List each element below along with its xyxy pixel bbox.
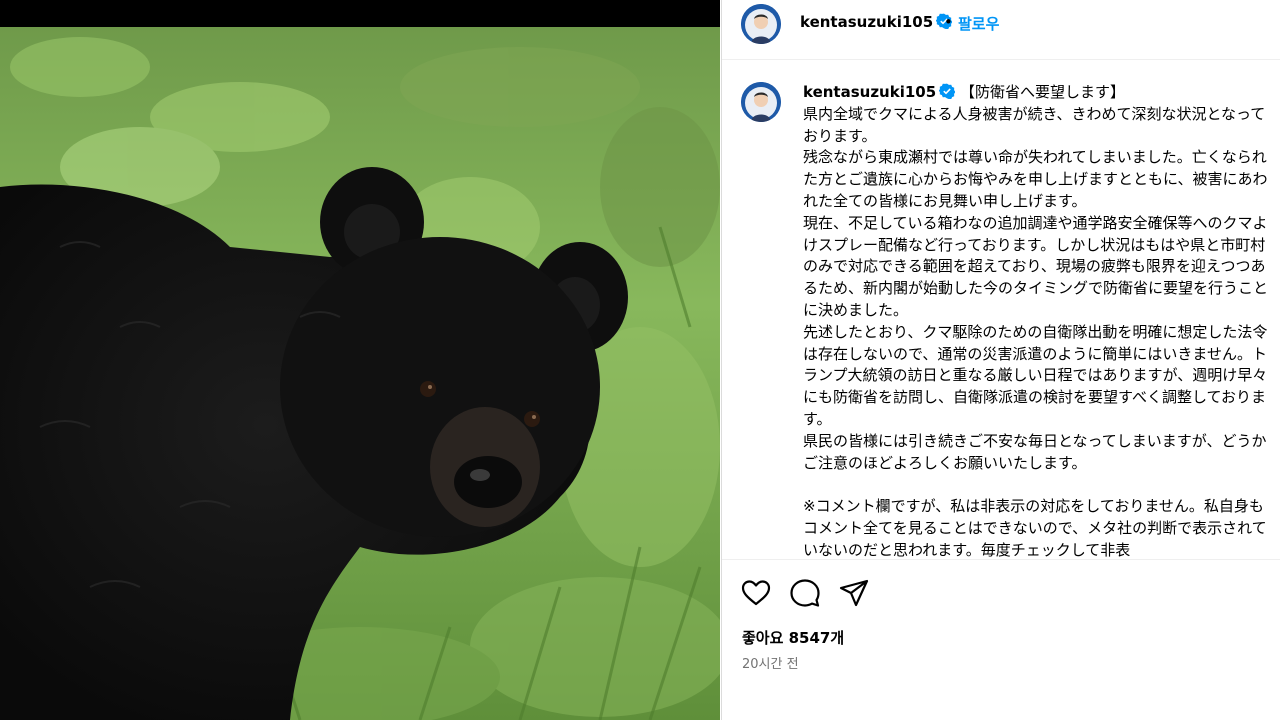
author-avatar[interactable] (741, 4, 781, 44)
header-separator: • (944, 13, 953, 31)
heart-icon[interactable] (741, 578, 771, 608)
photo-top-bar (0, 0, 720, 27)
header-username-text[interactable]: kentasuzuki105 (800, 13, 933, 31)
caption-username[interactable]: kentasuzuki105 (803, 83, 956, 101)
post-header: kentasuzuki105 • 팔로우 (722, 0, 1280, 60)
post-caption: kentasuzuki105 【防衛省へ要望します】 県内全域でクマによる人身被… (803, 82, 1273, 559)
send-icon[interactable] (839, 578, 869, 608)
post-details-pane: kentasuzuki105 • 팔로우 kentasuzuki105 【防衛省… (721, 0, 1280, 720)
bear-photo[interactable] (0, 27, 720, 720)
comment-button[interactable] (790, 578, 820, 608)
caption-text: 【防衛省へ要望します】 県内全域でクマによる人身被害が続き、きわめて深刻な状況と… (803, 83, 1269, 559)
post-actions: 좋아요 8547개 20시간 전 (722, 559, 1280, 720)
verified-badge-icon (939, 83, 956, 99)
like-button[interactable] (741, 578, 771, 608)
header-username[interactable]: kentasuzuki105 (800, 13, 953, 31)
comment-icon[interactable] (790, 578, 820, 608)
likes-count[interactable]: 좋아요 8547개 (742, 627, 844, 648)
post-timestamp[interactable]: 20시간 전 (742, 653, 799, 672)
follow-button[interactable]: 팔로우 (958, 13, 999, 34)
post-photo-pane (0, 0, 720, 720)
caption-author-avatar[interactable] (741, 82, 781, 122)
caption-username-text[interactable]: kentasuzuki105 (803, 83, 936, 101)
share-button[interactable] (839, 578, 869, 608)
caption-scroll-area[interactable]: kentasuzuki105 【防衛省へ要望します】 県内全域でクマによる人身被… (722, 61, 1280, 559)
